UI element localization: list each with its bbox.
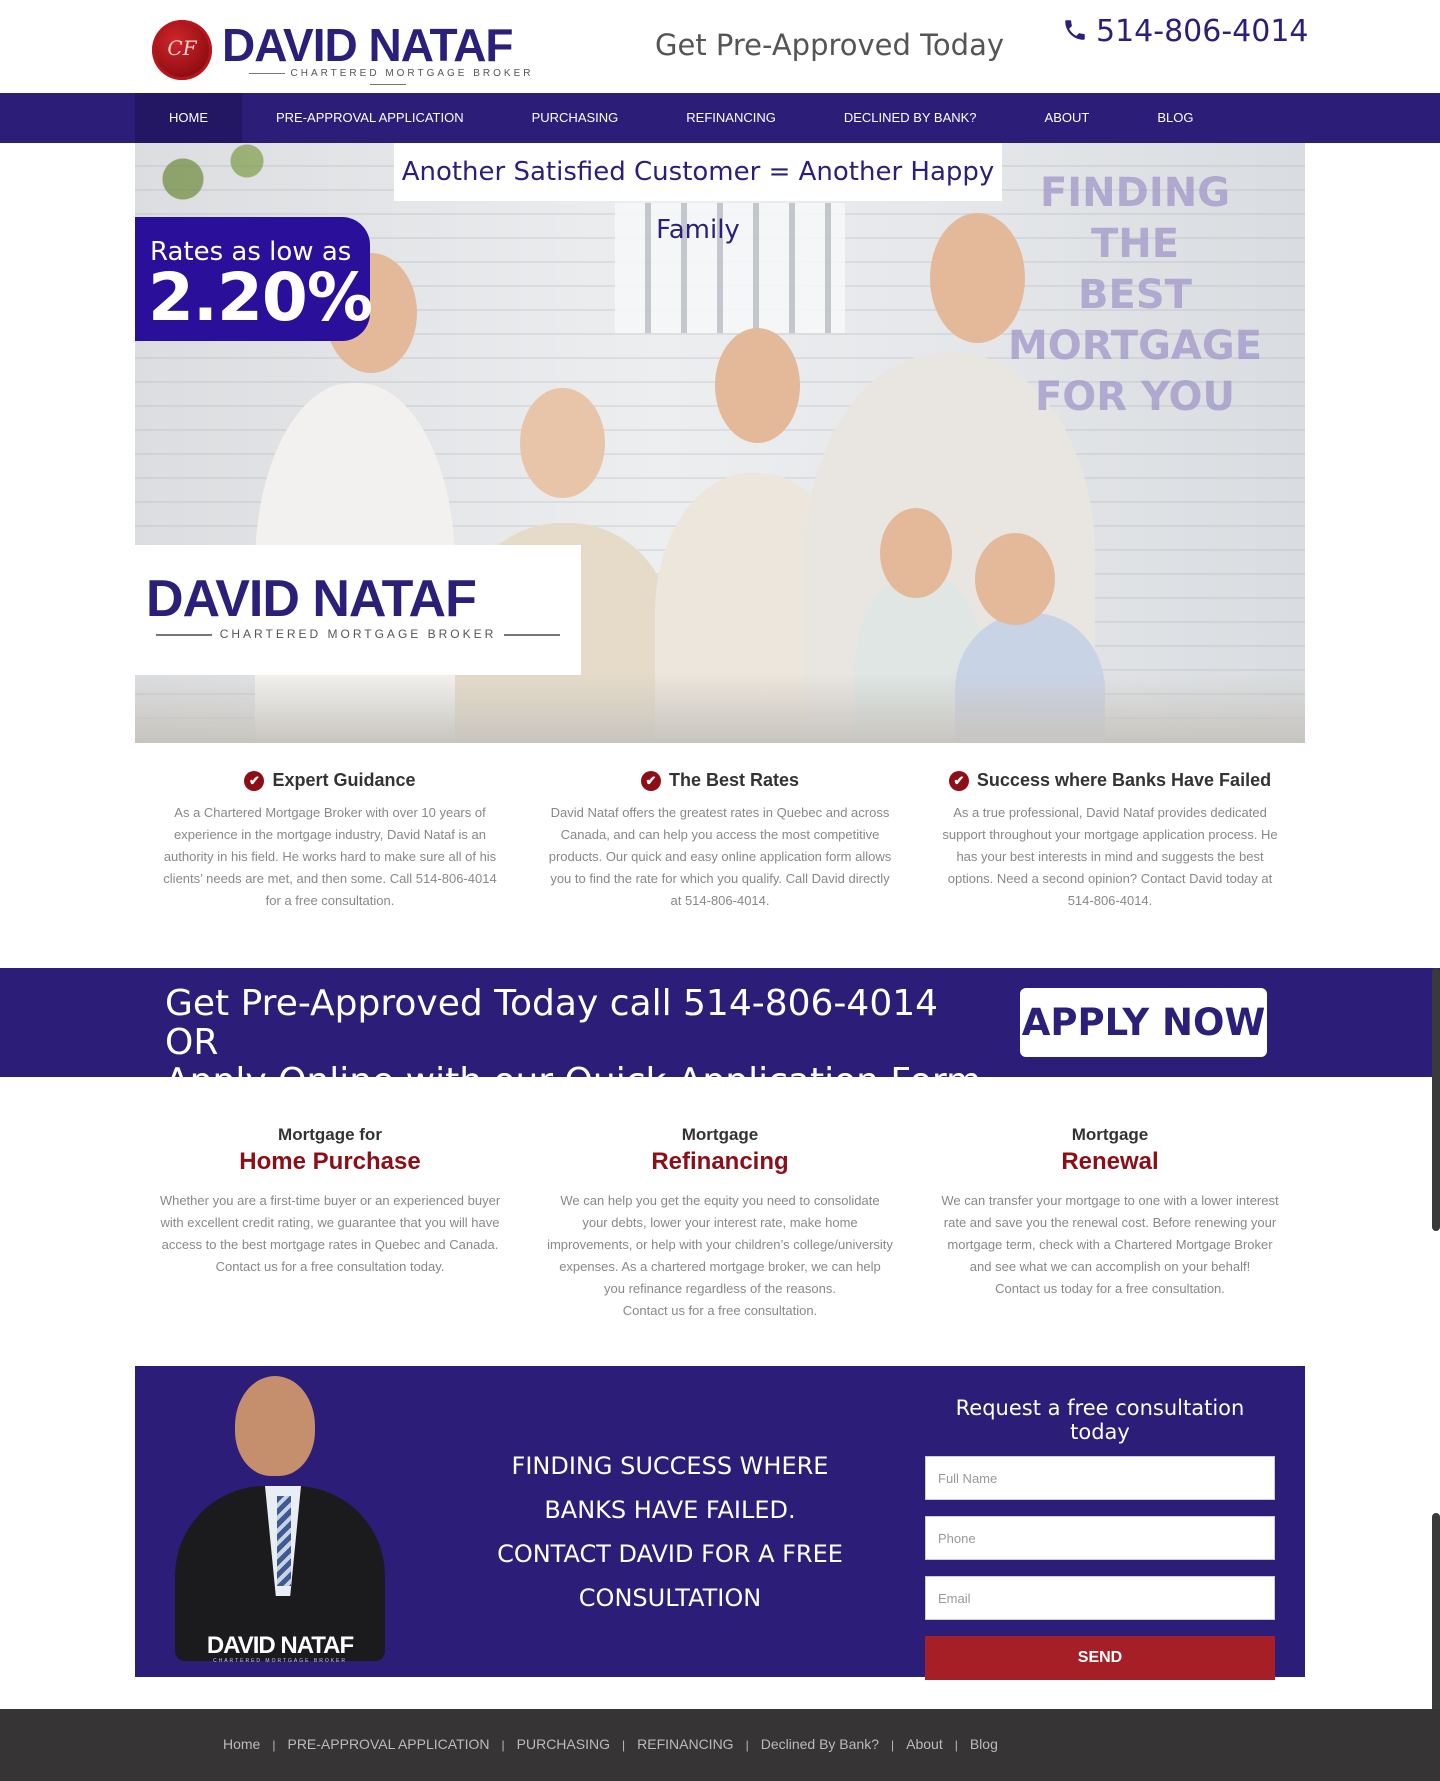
site-footer: HomePRE-APPROVAL APPLICATIONPURCHASINGRE…	[0, 1709, 1440, 1781]
check-circle-icon: ✔	[244, 771, 265, 791]
wax-seal-icon: CF	[152, 20, 212, 80]
seal-monogram: CF	[167, 36, 197, 60]
apply-now-button[interactable]: APPLY NOW	[1020, 988, 1267, 1057]
service-text: Whether you are a first-time buyer or an…	[159, 1193, 501, 1274]
hero-banner: Another Satisfied Customer = Another Hap…	[135, 143, 1305, 743]
check-circle-icon: ✔	[640, 771, 661, 791]
form-title: Request a free consultation today	[955, 1396, 1245, 1444]
feature-text: David Nataf offers the greatest rates in…	[548, 805, 892, 908]
hero-head-boy	[975, 533, 1055, 625]
feature-text: As a true professional, David Nataf prov…	[942, 805, 1278, 908]
feature-success: ✔ Success where Banks Have Failed As a tr…	[915, 770, 1305, 930]
cta-band: Get Pre-Approved Today call 514-806-4014…	[0, 968, 1440, 1101]
nav-item-pre-approval-application[interactable]: PRE-APPROVAL APPLICATION	[242, 93, 498, 143]
footer-link-blog[interactable]: Blog	[943, 1736, 998, 1752]
send-button[interactable]: SEND	[925, 1636, 1275, 1680]
service-refinancing: Mortgage Refinancing We can help you get…	[525, 1125, 915, 1325]
cta-line: Apply Online with our Quick Application …	[165, 1061, 982, 1102]
broker-face	[235, 1376, 315, 1476]
full-name-input[interactable]	[925, 1456, 1275, 1500]
broker-photo-logo-sub: CHARTERED MORTGAGE BROKER	[213, 1658, 347, 1664]
nav-item-purchasing[interactable]: PURCHASING	[498, 93, 653, 143]
feature-title-text: Success where Banks Have Failed	[976, 770, 1272, 790]
feature-title-text: Expert Guidance	[272, 770, 416, 790]
consultation-section: DAVID NATAF CHARTERED MORTGAGE BROKER FI…	[135, 1366, 1305, 1680]
feature-title: ✔ Success where Banks Have Failed	[935, 770, 1285, 802]
service-home-purchase: Mortgage for Home Purchase Whether you a…	[135, 1125, 525, 1325]
hero-head-grandmother	[520, 388, 605, 498]
service-text: We can help you get the equity you need …	[547, 1193, 893, 1296]
feature-best-rates: ✔ The Best Rates David Nataf offers the g…	[525, 770, 915, 930]
service-pre: Mortgage for	[278, 1125, 382, 1144]
site-logo[interactable]: CF DAVID NATAF CHARTERED MORTGAGE BROKER	[152, 18, 552, 80]
cta-line: Get Pre-Approved Today call 514-806-4014…	[165, 983, 939, 1063]
footer-link-purchasing[interactable]: PURCHASING	[490, 1736, 610, 1752]
consultation-message-line: CONSULTATION	[578, 1584, 762, 1612]
hero-head-girl	[880, 508, 952, 598]
service-text-cta: Contact us for a free consultation.	[622, 1303, 818, 1318]
site-header: CF DAVID NATAF CHARTERED MORTGAGE BROKER…	[0, 0, 1440, 93]
broker-tie	[277, 1496, 291, 1586]
hero-overlay-text: FINDING THE BEST MORTGAGE FOR YOU	[1005, 168, 1265, 423]
consultation-message-line: FINDING SUCCESS WHERE	[511, 1452, 829, 1480]
hero-overlay-line: BEST	[1078, 272, 1192, 318]
service-title[interactable]: Home Purchase	[157, 1148, 503, 1176]
hero-head-mother	[715, 328, 800, 443]
check-circle-icon: ✔	[948, 771, 969, 791]
header-tagline: Get Pre-Approved Today	[655, 28, 1005, 62]
service-text-cta: Contact us today for a free consultation…	[995, 1281, 1225, 1296]
hero-logo: DAVID NATAF CHARTERED MORTGAGE BROKER	[135, 545, 581, 675]
rate-badge: Rates as low as 2.20%	[135, 217, 373, 341]
hero-overlay-line: MORTGAGE	[1007, 323, 1263, 369]
consultation-message-line: BANKS HAVE FAILED.	[544, 1496, 796, 1524]
consultation-message-line: CONTACT DAVID FOR A FREE	[497, 1540, 843, 1568]
header-phone-number: 514-806-4014	[1096, 14, 1309, 49]
logo-subtitle: CHARTERED MORTGAGE BROKER	[224, 68, 552, 90]
footer-link-refinancing[interactable]: REFINANCING	[610, 1736, 733, 1752]
service-pre: Mortgage	[1071, 1125, 1149, 1144]
phone-input[interactable]	[925, 1516, 1275, 1560]
hero-caption: Another Satisfied Customer = Another Hap…	[394, 143, 1002, 245]
feature-expert-guidance: ✔ Expert Guidance As a Chartered Mortgage…	[135, 770, 525, 930]
header-phone[interactable]: 514-806-4014	[1062, 14, 1309, 49]
nav-item-home[interactable]: HOME	[135, 93, 242, 143]
services-section: Mortgage for Home Purchase Whether you a…	[135, 1125, 1305, 1325]
footer-link-declined-by-bank[interactable]: Declined By Bank?	[734, 1736, 879, 1752]
cta-text: Get Pre-Approved Today call 514-806-4014…	[165, 984, 995, 1101]
service-title[interactable]: Refinancing	[547, 1148, 893, 1176]
hero-ground	[135, 673, 1305, 743]
hero-overlay-line: FINDING THE	[1039, 170, 1231, 267]
nav-item-refinancing[interactable]: REFINANCING	[652, 93, 810, 143]
consultation-message: FINDING SUCCESS WHERE BANKS HAVE FAILED.…	[475, 1444, 865, 1620]
feature-text: As a Chartered Mortgage Broker with over…	[163, 805, 497, 908]
main-nav: HOME PRE-APPROVAL APPLICATION PURCHASING RE…	[0, 93, 1440, 143]
logo-name: DAVID NATAF	[222, 19, 514, 71]
rate-value: 2.20%	[148, 259, 373, 336]
footer-link-home[interactable]: Home	[223, 1736, 260, 1752]
footer-link-about[interactable]: About	[879, 1736, 943, 1752]
hero-logo-name: DAVID NATAF	[146, 570, 477, 628]
service-renewal: Mortgage Renewal We can transfer your mo…	[915, 1125, 1305, 1325]
email-input[interactable]	[925, 1576, 1275, 1620]
nav-item-declined-by-bank[interactable]: DECLINED BY BANK?	[810, 93, 1011, 143]
phone-icon	[1065, 20, 1085, 40]
broker-photo-logo: DAVID NATAF	[206, 1632, 354, 1659]
broker-photo: DAVID NATAF CHARTERED MORTGAGE BROKER	[165, 1376, 385, 1666]
nav-item-about[interactable]: ABOUT	[1011, 93, 1124, 143]
features-section: ✔ Expert Guidance As a Chartered Mortgage…	[135, 770, 1305, 930]
hero-logo-subtitle: CHARTERED MORTGAGE BROKER	[146, 627, 570, 641]
service-pre: Mortgage	[681, 1125, 759, 1144]
scrollbar-thumb[interactable]	[1432, 968, 1440, 1231]
service-text: We can transfer your mortgage to one wit…	[941, 1193, 1279, 1274]
feature-title: ✔ Expert Guidance	[155, 770, 505, 802]
consultation-form: Request a free consultation today SEND	[925, 1396, 1275, 1680]
hero-overlay-line: FOR YOU	[1034, 374, 1236, 420]
feature-title-text: The Best Rates	[668, 770, 800, 790]
nav-item-blog[interactable]: BLOG	[1123, 93, 1227, 143]
footer-link-pre-approval-application[interactable]: PRE-APPROVAL APPLICATION	[260, 1736, 489, 1752]
service-title[interactable]: Renewal	[937, 1148, 1283, 1176]
feature-title: ✔ The Best Rates	[545, 770, 895, 802]
